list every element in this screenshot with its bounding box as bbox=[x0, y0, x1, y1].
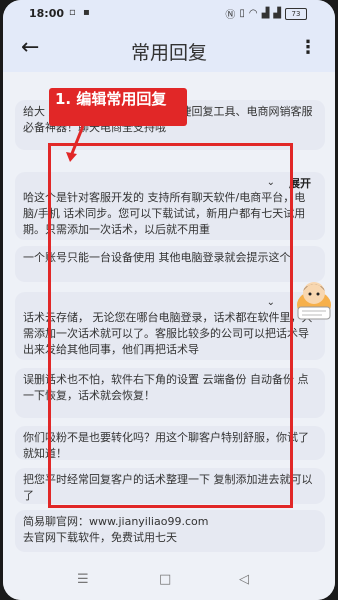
wifi-icon: ◠ bbox=[248, 8, 258, 19]
home-icon[interactable]: □ bbox=[159, 572, 171, 587]
reply-item[interactable]: 误删话术也不怕，软件右下角的设置 云端备份 自动备份 点一下恢复，话术就会恢复！ bbox=[15, 368, 325, 418]
recents-icon[interactable]: ☰ bbox=[77, 572, 89, 587]
footer-download: 去官网下载软件，免费试用七天 bbox=[23, 531, 177, 544]
reply-text: 你们吸粉不是也要转化吗？用这个聊客户特别舒服，你试了就知道！ bbox=[23, 431, 309, 460]
footer-website: 简易聊官网：www.jianyiliao99.com bbox=[23, 515, 209, 528]
reply-text: 一个账号只能一台设备使用 其他电脑登录就会提示这个 bbox=[23, 251, 291, 264]
nfc-icon: Ⓝ bbox=[225, 10, 236, 21]
reply-text: 把您平时经常回复客户的话术整理一下 复制添加进去就可以了 bbox=[23, 473, 313, 502]
signal-icon-2: ▟ bbox=[273, 8, 281, 19]
reply-item[interactable]: 把您平时经常回复客户的话术整理一下 复制添加进去就可以了 bbox=[15, 468, 325, 504]
reply-text: 话术云存储， 无论您在哪台电脑登录，话术都在软件里，只需添加一次话术就可以了。客… bbox=[23, 311, 313, 356]
page-title: 常用回复 bbox=[130, 42, 207, 64]
app-bar: ← 常用回复 ⋮ bbox=[3, 26, 335, 72]
navigation-bar: ☰ □ ◁ bbox=[3, 560, 335, 600]
battery-level: 73 bbox=[291, 9, 301, 18]
battery-icon: 73 bbox=[285, 7, 307, 20]
chevron-down-icon[interactable]: ⌄ bbox=[267, 295, 275, 311]
annotation-label: 1. 编辑常用回复 bbox=[49, 88, 187, 126]
status-time: 18:00 bbox=[29, 7, 65, 20]
reply-item[interactable]: 一个账号只能一台设备使用 其他电脑登录就会提示这个 bbox=[15, 246, 325, 282]
phone-screen: 18:00 ▫ ▪ Ⓝ ▯ ◠ ▟ ▟ 73 ← 常用回复 ⋮ 给大 服话术管理… bbox=[3, 0, 335, 600]
more-options-icon[interactable]: ⋮ bbox=[299, 37, 317, 59]
expand-button[interactable]: 展开 bbox=[289, 176, 311, 192]
chevron-down-icon[interactable]: ⌄ bbox=[267, 175, 275, 191]
vibrate-icon: ▯ bbox=[239, 8, 245, 19]
reply-item[interactable]: 你们吸粉不是也要转化吗？用这个聊客户特别舒服，你试了就知道！ bbox=[15, 426, 325, 460]
back-icon[interactable]: ◁ bbox=[239, 572, 249, 587]
mascot-icon bbox=[297, 282, 331, 320]
notification-icons: ▫ ▪ bbox=[69, 7, 92, 18]
status-icons: Ⓝ ▯ ◠ ▟ ▟ 73 bbox=[225, 6, 307, 21]
signal-icon: ▟ bbox=[261, 8, 270, 19]
status-bar: 18:00 ▫ ▪ Ⓝ ▯ ◠ ▟ ▟ 73 bbox=[3, 0, 335, 26]
reply-item[interactable]: ⌄ 话术云存储， 无论您在哪台电脑登录，话术都在软件里，只需添加一次话术就可以了… bbox=[15, 292, 325, 360]
reply-text: 哈这个是针对客服开发的 支持所有聊天软件/电商平台，电脑/手机 话术同步。您可以… bbox=[23, 191, 306, 236]
reply-text: 误删话术也不怕，软件右下角的设置 云端备份 自动备份 点一下恢复，话术就会恢复！ bbox=[23, 373, 309, 402]
reply-item[interactable]: ⌄ 展开 哈这个是针对客服开发的 支持所有聊天软件/电商平台，电脑/手机 话术同… bbox=[15, 172, 325, 240]
footer-info: 简易聊官网：www.jianyiliao99.com 去官网下载软件，免费试用七… bbox=[15, 510, 325, 552]
annotation-arrow-icon bbox=[66, 125, 85, 162]
